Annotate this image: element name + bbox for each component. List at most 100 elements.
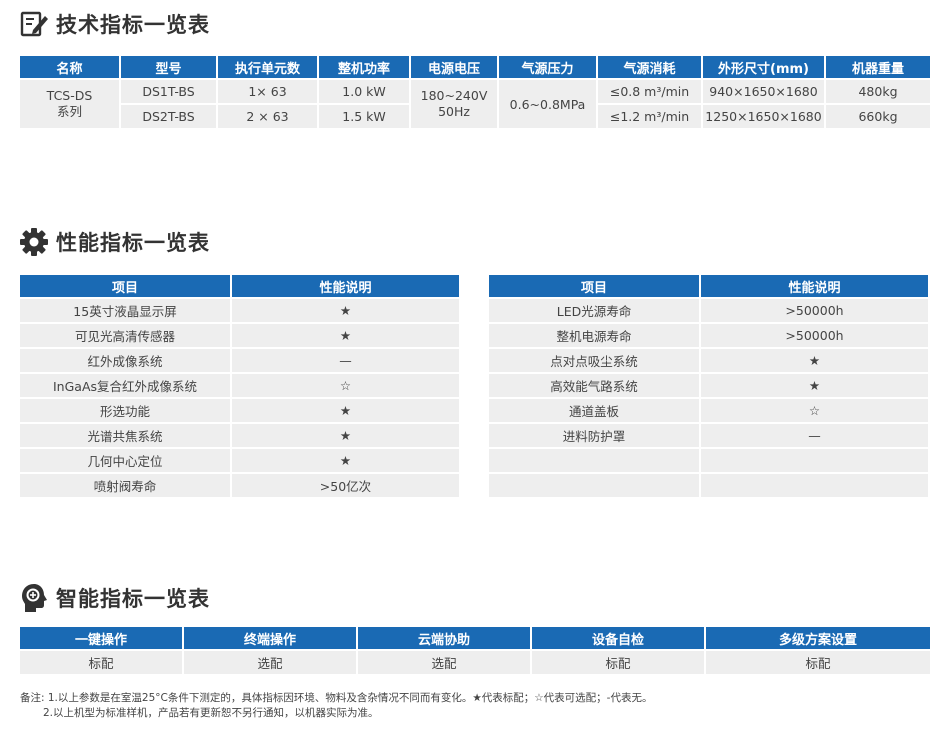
smart-header-cell: 多级方案设置 <box>706 627 930 649</box>
spec-cell: ★ <box>701 349 928 372</box>
item-cell <box>489 449 699 472</box>
consumption-cell: ≤0.8 m³/min <box>598 80 701 103</box>
spec-cell: — <box>232 349 459 372</box>
perf-table-right: 项目 性能说明 LED光源寿命 >50000h 整机电源寿命 >50000h 点对点… <box>487 273 930 499</box>
table-row: 通道盖板 ☆ <box>489 399 928 422</box>
spec-cell: >50000h <box>701 299 928 322</box>
perf-header-cell: 项目 <box>20 275 230 297</box>
table-row <box>489 474 928 497</box>
spec-cell: >50亿次 <box>232 474 459 497</box>
tech-header-cell: 机器重量 <box>826 56 930 78</box>
perf-table-left: 项目 性能说明 15英寸液晶显示屏 ★ 可见光高清传感器 ★ 红外成像系统 — InG… <box>18 273 461 499</box>
spec-cell: — <box>701 424 928 447</box>
item-cell: 进料防护罩 <box>489 424 699 447</box>
smart-header-cell: 一键操作 <box>20 627 182 649</box>
power-cell: 1.0 kW <box>319 80 409 103</box>
item-cell: 可见光高清传感器 <box>20 324 230 347</box>
item-cell: 点对点吸尘系统 <box>489 349 699 372</box>
item-cell: 15英寸液晶显示屏 <box>20 299 230 322</box>
table-row: 进料防护罩 — <box>489 424 928 447</box>
edit-icon <box>18 8 50 40</box>
item-cell: 通道盖板 <box>489 399 699 422</box>
smart-header-row: 一键操作 终端操作 云端协助 设备自检 多级方案设置 <box>20 627 930 649</box>
table-row: 高效能气路系统 ★ <box>489 374 928 397</box>
smart-value-cell: 标配 <box>532 651 704 674</box>
head-brain-icon <box>18 582 50 614</box>
item-cell: 形选功能 <box>20 399 230 422</box>
item-cell: 红外成像系统 <box>20 349 230 372</box>
note-line-2: 2.以上机型为标准样机，产品若有更新恕不另行通知，以机器实际为准。 <box>43 707 379 719</box>
series-name-cell: TCS-DS 系列 <box>20 80 119 128</box>
table-row: 可见光高清传感器 ★ <box>20 324 459 347</box>
consumption-cell: ≤1.2 m³/min <box>598 105 701 128</box>
spec-cell: ☆ <box>232 374 459 397</box>
power-cell: 1.5 kW <box>319 105 409 128</box>
table-row: 光谱共焦系统 ★ <box>20 424 459 447</box>
weight-cell: 660kg <box>826 105 930 128</box>
spec-cell: ★ <box>232 424 459 447</box>
tech-header-cell: 气源压力 <box>499 56 596 78</box>
spec-cell: ★ <box>232 299 459 322</box>
table-row: 标配 选配 选配 标配 标配 <box>20 651 930 674</box>
smart-header-cell: 云端协助 <box>358 627 530 649</box>
model-cell: DS1T-BS <box>121 80 216 103</box>
table-row: 形选功能 ★ <box>20 399 459 422</box>
spec-cell: ★ <box>232 324 459 347</box>
table-row: 整机电源寿命 >50000h <box>489 324 928 347</box>
perf-header-cell: 项目 <box>489 275 699 297</box>
table-row: 几何中心定位 ★ <box>20 449 459 472</box>
spec-cell <box>701 449 928 472</box>
tech-section-title: 技术指标一览表 <box>18 8 210 40</box>
smart-header-cell: 设备自检 <box>532 627 704 649</box>
voltage-line: 180~240V <box>420 88 488 103</box>
tech-header-cell: 执行单元数 <box>218 56 317 78</box>
spec-cell: ★ <box>232 399 459 422</box>
tech-header-cell: 名称 <box>20 56 119 78</box>
smart-header-cell: 终端操作 <box>184 627 356 649</box>
series-name-line: 系列 <box>56 104 82 119</box>
model-cell: DS2T-BS <box>121 105 216 128</box>
table-row: LED光源寿命 >50000h <box>489 299 928 322</box>
size-cell: 1250×1650×1680 <box>703 105 824 128</box>
table-row <box>489 449 928 472</box>
smart-value-cell: 选配 <box>184 651 356 674</box>
smart-value-cell: 标配 <box>20 651 182 674</box>
perf-title: 性能指标一览表 <box>56 231 210 255</box>
voltage-cell: 180~240V 50Hz <box>411 80 497 128</box>
tech-table: 名称 型号 执行单元数 整机功率 电源电压 气源压力 气源消耗 外形尺寸(mm)… <box>18 54 932 130</box>
perf-header-row: 项目 性能说明 <box>489 275 928 297</box>
perf-section-title: 性能指标一览表 <box>18 226 210 258</box>
item-cell: LED光源寿命 <box>489 299 699 322</box>
item-cell: InGaAs复合红外成像系统 <box>20 374 230 397</box>
table-row: 喷射阀寿命 >50亿次 <box>20 474 459 497</box>
item-cell: 光谱共焦系统 <box>20 424 230 447</box>
spec-cell <box>701 474 928 497</box>
spec-cell: >50000h <box>701 324 928 347</box>
voltage-line: 50Hz <box>438 104 470 119</box>
smart-table: 一键操作 终端操作 云端协助 设备自检 多级方案设置 标配 选配 选配 标配 标… <box>18 625 932 676</box>
tech-header-cell: 气源消耗 <box>598 56 701 78</box>
tech-header-cell: 外形尺寸(mm) <box>703 56 824 78</box>
weight-cell: 480kg <box>826 80 930 103</box>
tech-header-cell: 型号 <box>121 56 216 78</box>
smart-value-cell: 选配 <box>358 651 530 674</box>
note-line-1: 备注: 1.以上参数是在室温25°C条件下测定的，具体指标因环境、物料及含杂情况… <box>20 692 653 704</box>
units-cell: 1× 63 <box>218 80 317 103</box>
tech-header-row: 名称 型号 执行单元数 整机功率 电源电压 气源压力 气源消耗 外形尺寸(mm)… <box>20 56 930 78</box>
table-row: TCS-DS 系列 DS1T-BS 1× 63 1.0 kW 180~240V … <box>20 80 930 128</box>
item-cell: 整机电源寿命 <box>489 324 699 347</box>
spec-cell: ☆ <box>701 399 928 422</box>
units-cell: 2 × 63 <box>218 105 317 128</box>
spec-cell: ★ <box>232 449 459 472</box>
smart-section-title: 智能指标一览表 <box>18 582 210 614</box>
table-row: 15英寸液晶显示屏 ★ <box>20 299 459 322</box>
item-cell: 几何中心定位 <box>20 449 230 472</box>
perf-header-cell: 性能说明 <box>701 275 928 297</box>
perf-header-cell: 性能说明 <box>232 275 459 297</box>
table-row: 红外成像系统 — <box>20 349 459 372</box>
pressure-cell: 0.6~0.8MPa <box>499 80 596 128</box>
table-row: 点对点吸尘系统 ★ <box>489 349 928 372</box>
item-cell <box>489 474 699 497</box>
smart-value-cell: 标配 <box>706 651 930 674</box>
series-name-line: TCS-DS <box>46 88 93 103</box>
